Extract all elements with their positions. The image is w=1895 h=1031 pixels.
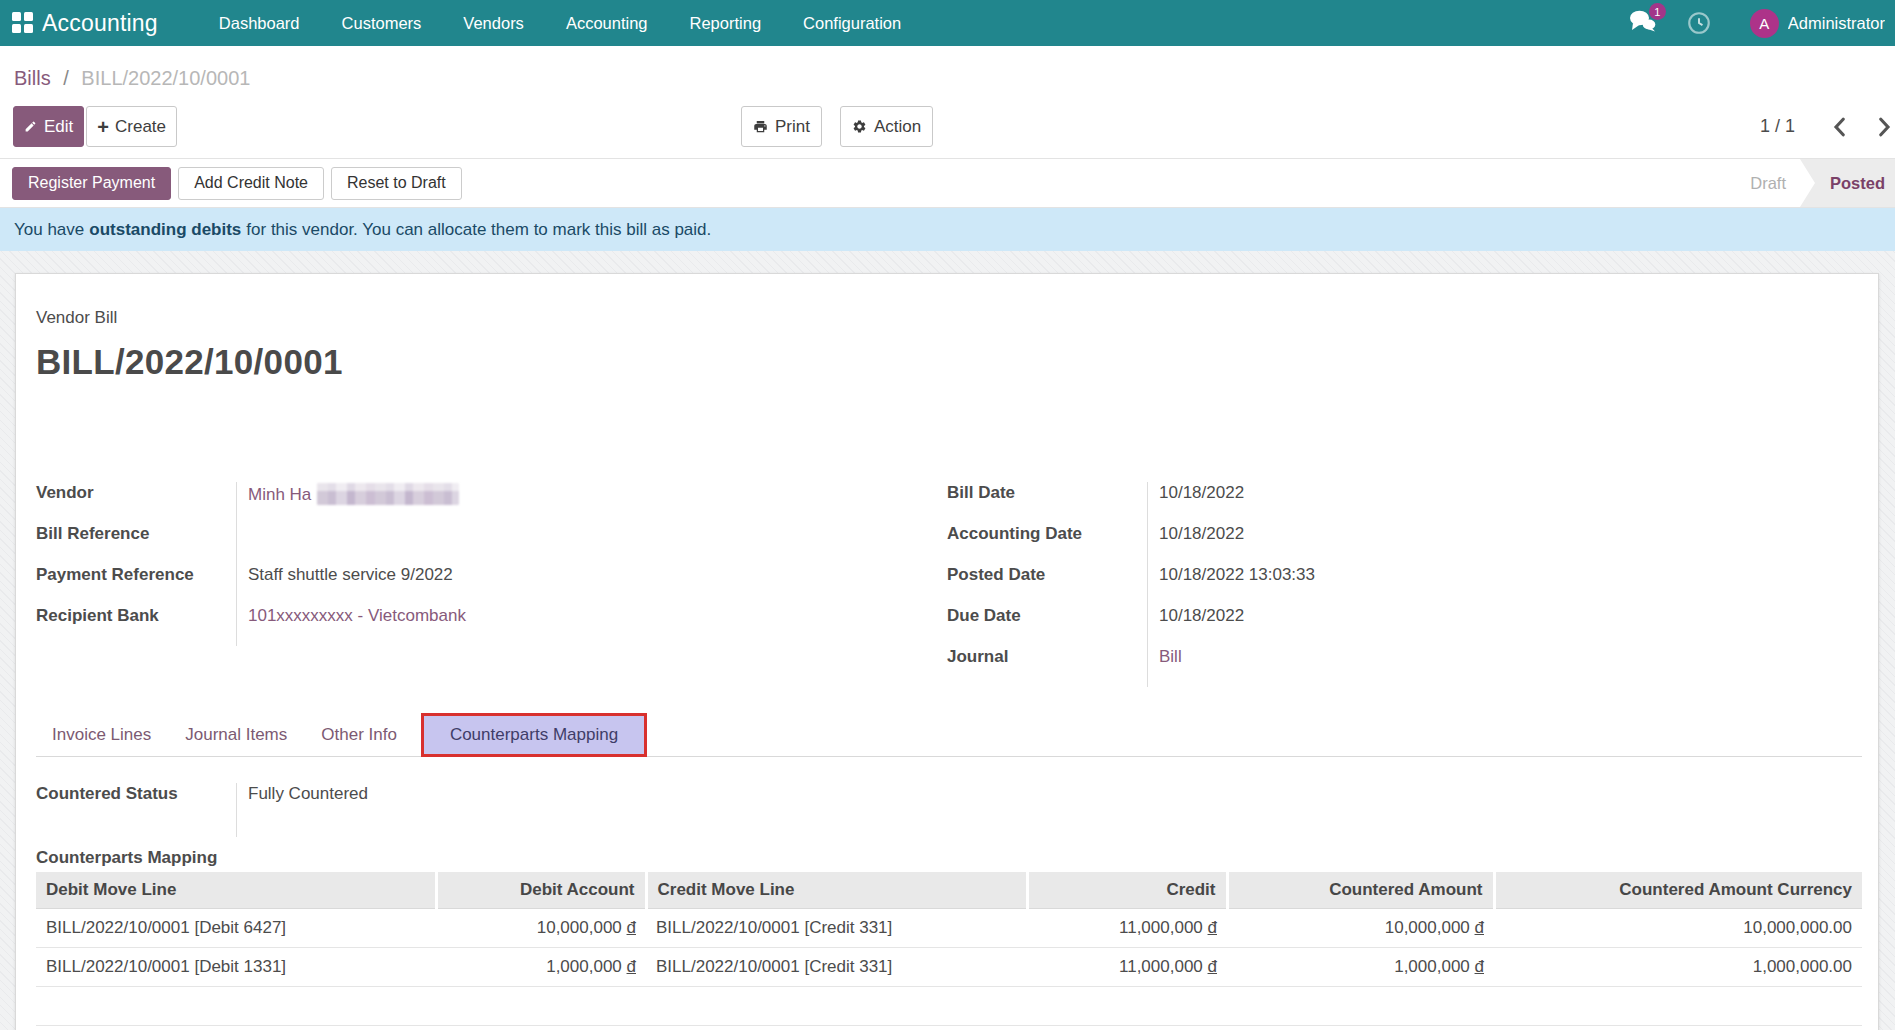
field-due-date: Due Date 10/18/2022 bbox=[947, 605, 1858, 646]
control-panel: Edit + Create Print Action 1 / 1 bbox=[0, 96, 1895, 158]
main-menu: Dashboard Customers Vendors Accounting R… bbox=[198, 0, 922, 46]
dong-currency-symbol: đ bbox=[627, 918, 636, 937]
create-button[interactable]: + Create bbox=[86, 106, 177, 147]
vendor-link[interactable]: Minh Ha bbox=[248, 485, 311, 504]
plus-icon: + bbox=[97, 117, 109, 137]
menu-customers[interactable]: Customers bbox=[321, 0, 443, 46]
apps-menu-icon[interactable] bbox=[12, 12, 34, 34]
fields-right-column: Bill Date 10/18/2022 Accounting Date 10/… bbox=[947, 482, 1858, 687]
avatar[interactable]: A bbox=[1750, 9, 1779, 38]
col-debit-move-line[interactable]: Debit Move Line bbox=[36, 872, 436, 908]
field-posted-date: Posted Date 10/18/2022 13:03:33 bbox=[947, 564, 1858, 605]
pencil-icon bbox=[24, 120, 37, 133]
field-bill-reference: Bill Reference bbox=[36, 523, 947, 564]
page-body: Vendor Bill BILL/2022/10/0001 Vendor Min… bbox=[0, 251, 1895, 1030]
col-credit[interactable]: Credit bbox=[1027, 872, 1227, 908]
col-credit-move-line[interactable]: Credit Move Line bbox=[646, 872, 1027, 908]
reset-to-draft-button[interactable]: Reset to Draft bbox=[331, 167, 462, 200]
breadcrumb-separator: / bbox=[63, 67, 69, 89]
menu-accounting[interactable]: Accounting bbox=[545, 0, 669, 46]
fields-left-column: Vendor Minh Ha Bill Reference Payment Re… bbox=[36, 482, 947, 687]
breadcrumb-current: BILL/2022/10/0001 bbox=[81, 67, 250, 89]
status-posted[interactable]: Posted bbox=[1800, 159, 1895, 207]
field-accounting-date: Accounting Date 10/18/2022 bbox=[947, 523, 1858, 564]
table-empty-row bbox=[36, 986, 1862, 1025]
counterparts-mapping-title: Counterparts Mapping bbox=[36, 848, 1862, 868]
table-row[interactable]: BILL/2022/10/0001 [Debit 1331] 1,000,000… bbox=[36, 947, 1862, 986]
status-draft[interactable]: Draft bbox=[1750, 174, 1800, 193]
bill-form-card: Vendor Bill BILL/2022/10/0001 Vendor Min… bbox=[15, 273, 1879, 1030]
tab-counterparts-mapping[interactable]: Counterparts Mapping bbox=[421, 713, 647, 757]
breadcrumb-bills[interactable]: Bills bbox=[14, 67, 51, 89]
counterparts-mapping-table: Debit Move Line Debit Account Credit Mov… bbox=[36, 872, 1862, 1026]
dong-currency-symbol: đ bbox=[1208, 957, 1217, 976]
dong-currency-symbol: đ bbox=[1475, 957, 1484, 976]
tab-journal-items[interactable]: Journal Items bbox=[169, 713, 303, 756]
col-countered-amount[interactable]: Countered Amount bbox=[1227, 872, 1494, 908]
user-name[interactable]: Administrator bbox=[1788, 14, 1885, 33]
field-journal: Journal Bill bbox=[947, 646, 1858, 687]
pager-next-icon[interactable] bbox=[1879, 117, 1891, 137]
field-payment-reference: Payment Reference Staff shuttle service … bbox=[36, 564, 947, 605]
dong-currency-symbol: đ bbox=[627, 957, 636, 976]
recipient-bank-link[interactable]: 101xxxxxxxxx - Vietcombank bbox=[248, 606, 466, 625]
document-type-label: Vendor Bill bbox=[36, 308, 1862, 328]
dong-currency-symbol: đ bbox=[1475, 918, 1484, 937]
gear-icon bbox=[852, 119, 867, 134]
col-countered-amount-currency[interactable]: Countered Amount Currency bbox=[1494, 872, 1862, 908]
messages-button[interactable]: 1 bbox=[1629, 10, 1656, 36]
top-navbar: Accounting Dashboard Customers Vendors A… bbox=[0, 0, 1895, 46]
clock-icon bbox=[1686, 10, 1712, 36]
app-title[interactable]: Accounting bbox=[42, 10, 158, 37]
col-debit-account[interactable]: Debit Account bbox=[436, 872, 646, 908]
table-row[interactable]: BILL/2022/10/0001 [Debit 6427] 10,000,00… bbox=[36, 908, 1862, 947]
document-name: BILL/2022/10/0001 bbox=[36, 342, 1862, 382]
field-bill-date: Bill Date 10/18/2022 bbox=[947, 482, 1858, 523]
countered-status-row: Countered Status Fully Countered bbox=[36, 783, 1862, 837]
print-button[interactable]: Print bbox=[741, 106, 822, 147]
info-banner: You haveoutstanding debitsfor this vendo… bbox=[0, 208, 1895, 251]
menu-configuration[interactable]: Configuration bbox=[782, 0, 922, 46]
register-payment-button[interactable]: Register Payment bbox=[12, 167, 171, 200]
messages-count-badge: 1 bbox=[1649, 3, 1666, 20]
journal-link[interactable]: Bill bbox=[1159, 647, 1182, 666]
add-credit-note-button[interactable]: Add Credit Note bbox=[178, 167, 324, 200]
printer-icon bbox=[753, 119, 768, 134]
field-vendor: Vendor Minh Ha bbox=[36, 482, 947, 523]
tab-other-info[interactable]: Other Info bbox=[305, 713, 413, 756]
pager-value: 1 / 1 bbox=[1760, 116, 1795, 137]
redacted-vendor-name bbox=[317, 483, 459, 505]
action-button[interactable]: Action bbox=[840, 106, 933, 147]
pager-previous-icon[interactable] bbox=[1833, 117, 1845, 137]
status-widget: Draft Posted bbox=[1750, 159, 1895, 207]
menu-reporting[interactable]: Reporting bbox=[669, 0, 783, 46]
statusbar: Register Payment Add Credit Note Reset t… bbox=[0, 158, 1895, 208]
menu-dashboard[interactable]: Dashboard bbox=[198, 0, 321, 46]
table-header-row: Debit Move Line Debit Account Credit Mov… bbox=[36, 872, 1862, 908]
tab-invoice-lines[interactable]: Invoice Lines bbox=[36, 713, 167, 756]
menu-vendors[interactable]: Vendors bbox=[442, 0, 545, 46]
notebook-tabs: Invoice Lines Journal Items Other Info C… bbox=[36, 713, 1862, 757]
activities-button[interactable] bbox=[1686, 10, 1712, 36]
field-recipient-bank: Recipient Bank 101xxxxxxxxx - Vietcomban… bbox=[36, 605, 947, 646]
breadcrumb: Bills / BILL/2022/10/0001 bbox=[0, 46, 1895, 96]
edit-button[interactable]: Edit bbox=[13, 106, 84, 147]
dong-currency-symbol: đ bbox=[1208, 918, 1217, 937]
